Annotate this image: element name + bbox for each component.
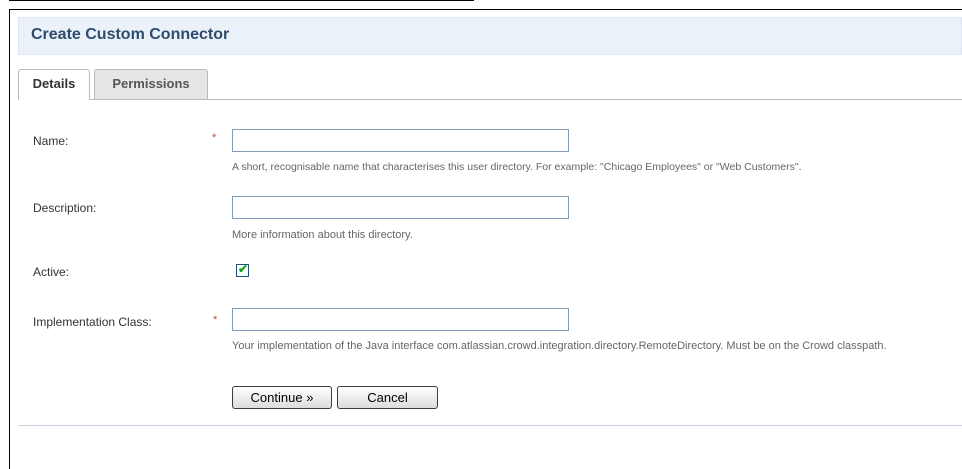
name-required-marker: *	[212, 132, 217, 144]
form-bottom-divider	[18, 425, 962, 426]
description-input[interactable]	[232, 196, 569, 219]
tabs-divider	[18, 99, 962, 100]
name-label: Name:	[33, 134, 69, 148]
name-help-text: A short, recognisable name that characte…	[232, 161, 802, 173]
checkmark-icon: ✔	[237, 262, 249, 276]
continue-button[interactable]: Continue »	[232, 386, 332, 409]
page-title: Create Custom Connector	[31, 26, 230, 43]
name-input[interactable]	[232, 129, 569, 152]
active-label: Active:	[33, 265, 70, 279]
description-label: Description:	[33, 201, 97, 215]
page-header: Create Custom Connector	[18, 17, 962, 55]
implementation-class-help-text: Your implementation of the Java interfac…	[232, 340, 887, 352]
description-help-text: More information about this directory.	[232, 229, 413, 241]
top-rule	[9, 0, 474, 1]
active-checkbox[interactable]: ✔	[236, 262, 249, 277]
tab-details[interactable]: Details	[18, 69, 90, 100]
implementation-class-input[interactable]	[232, 308, 569, 331]
tab-permissions[interactable]: Permissions	[94, 69, 208, 99]
cancel-button[interactable]: Cancel	[337, 386, 438, 409]
implementation-class-label: Implementation Class:	[33, 315, 152, 329]
implementation-class-required-marker: *	[213, 314, 218, 326]
